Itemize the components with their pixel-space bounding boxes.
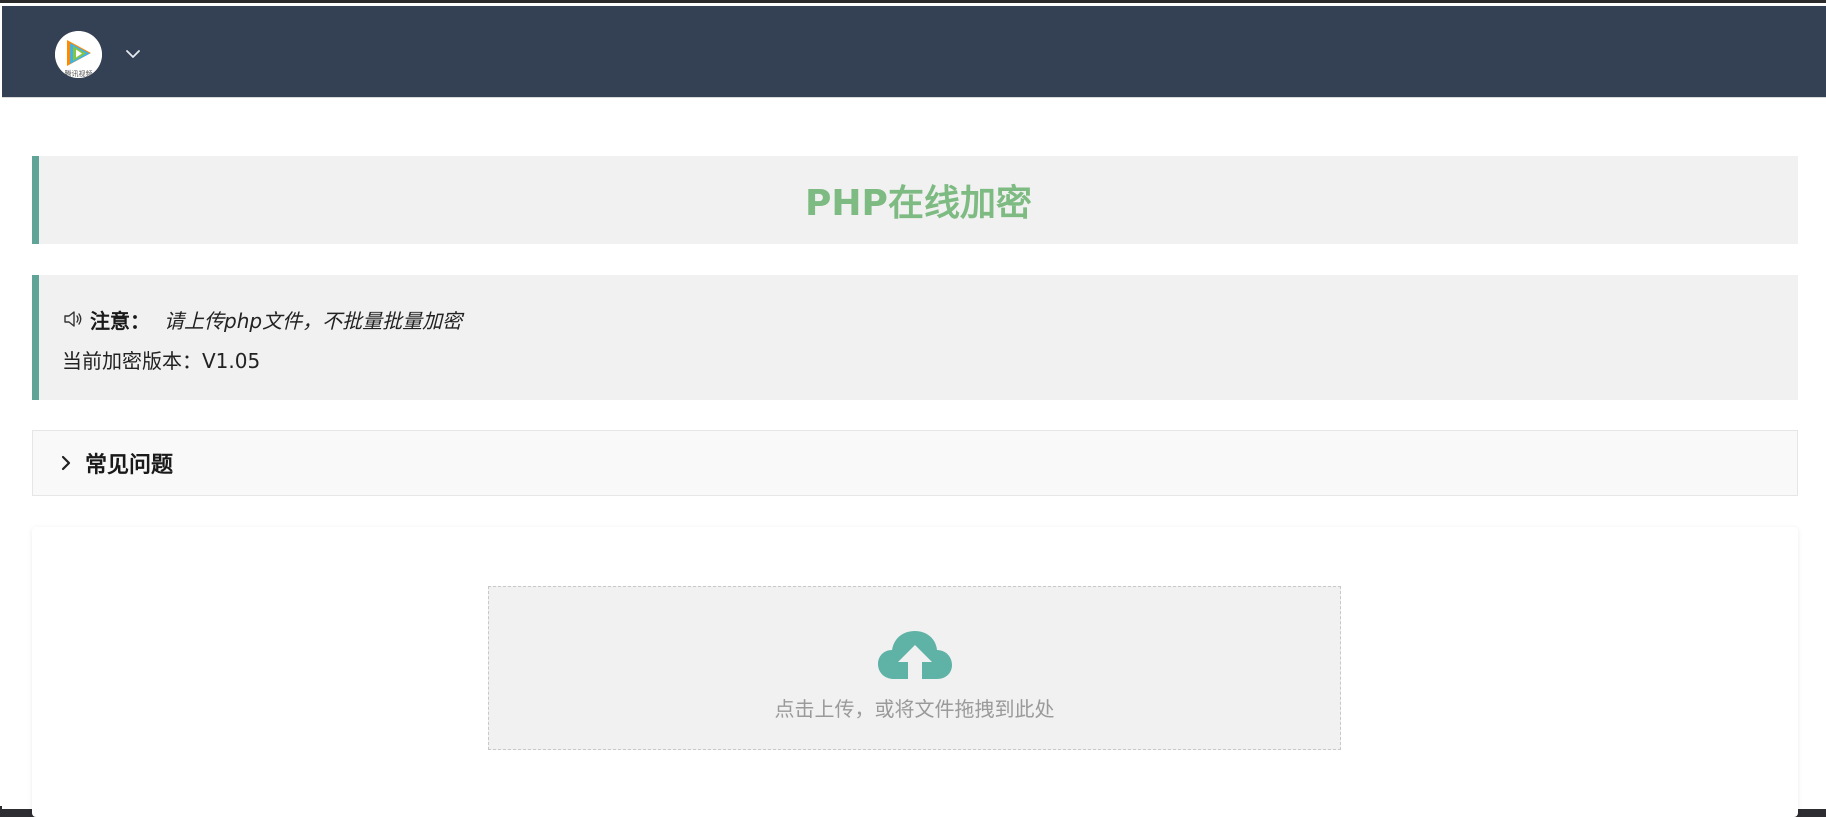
dropzone-hint: 点击上传，或将文件拖拽到此处	[774, 697, 1055, 721]
notice-panel: 注意： 请上传php文件，不批量批量加密 当前加密版本：V1.05	[32, 275, 1798, 400]
notice-message: 请上传php文件，不批量批量加密	[164, 308, 463, 333]
faq-title: 常见问题	[85, 453, 174, 478]
browser-window: 腾讯视频 PHP在线加密 注意： 请上传php文件，不批量批量加密 当前加密版本…	[0, 0, 1826, 817]
top-navbar: 腾讯视频	[2, 6, 1826, 98]
page-title: PHP在线加密	[805, 183, 1032, 224]
chevron-down-icon	[126, 50, 140, 58]
account-menu-toggle[interactable]	[123, 44, 143, 64]
version-text: 当前加密版本：V1.05	[62, 349, 261, 373]
page-title-banner: PHP在线加密	[32, 156, 1798, 244]
notice-line: 注意： 请上传php文件，不批量批量加密	[62, 304, 462, 334]
play-logo-icon: 腾讯视频	[55, 31, 102, 78]
file-dropzone[interactable]: 点击上传，或将文件拖拽到此处	[488, 586, 1341, 750]
cloud-upload-icon	[878, 631, 952, 681]
notice-label: 注意：	[90, 308, 150, 333]
faq-collapse-header[interactable]: 常见问题	[32, 430, 1798, 496]
main-content: PHP在线加密 注意： 请上传php文件，不批量批量加密 当前加密版本：V1.0…	[2, 98, 1826, 817]
site-logo[interactable]: 腾讯视频	[55, 31, 102, 78]
chevron-right-icon	[61, 455, 71, 471]
upload-card: 点击上传，或将文件拖拽到此处	[32, 527, 1798, 817]
speaker-icon	[64, 311, 82, 327]
logo-text: 腾讯视频	[65, 69, 93, 78]
